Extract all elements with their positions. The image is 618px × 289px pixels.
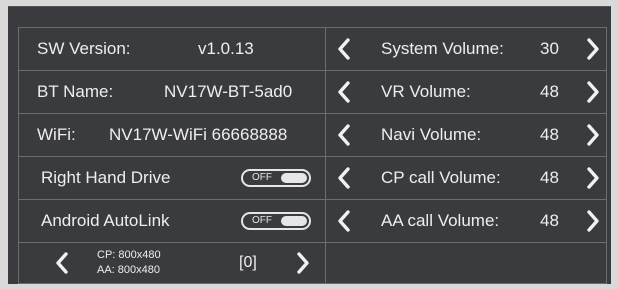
system-volume-cell: System Volume: 30 (326, 28, 606, 70)
chevron-right-icon[interactable] (586, 166, 600, 190)
settings-grid: SW Version: v1.0.13 System Volume: 30 BT… (18, 27, 607, 284)
aa-call-volume-label: AA call Volume: (381, 211, 500, 230)
chevron-left-icon[interactable] (337, 123, 351, 147)
bt-name-cell: BT Name: NV17W-BT-5ad0 (19, 71, 325, 113)
settings-row-5: Android AutoLink OFF AA call Volume: 48 (19, 200, 606, 243)
navi-volume-cell: Navi Volume: 48 (326, 114, 606, 156)
vr-volume-cell: VR Volume: 48 (326, 71, 606, 113)
settings-row-3: WiFi: NV17W-WiFi 66668888 Navi Volume: 4… (19, 114, 606, 157)
toggle-knob (281, 216, 307, 226)
sw-version-cell: SW Version: v1.0.13 (19, 28, 325, 70)
settings-row-6: CP: 800x480 AA: 800x480 [0] (19, 243, 606, 283)
aa-call-volume-cell: AA call Volume: 48 (326, 200, 606, 242)
wifi-label: WiFi: (37, 125, 76, 144)
chevron-left-icon[interactable] (337, 37, 351, 61)
chevron-left-icon[interactable] (337, 166, 351, 190)
aa-resolution: AA: 800x480 (97, 264, 160, 276)
settings-screen: SW Version: v1.0.13 System Volume: 30 BT… (8, 6, 611, 284)
cp-call-volume-label: CP call Volume: (381, 168, 501, 187)
settings-row-4: Right Hand Drive OFF CP call Volume: 48 (19, 157, 606, 200)
settings-row-2: BT Name: NV17W-BT-5ad0 VR Volume: 48 (19, 71, 606, 114)
android-autolink-toggle[interactable]: OFF (241, 212, 311, 230)
chevron-left-icon[interactable] (337, 209, 351, 233)
chevron-right-icon[interactable] (586, 37, 600, 61)
chevron-right-icon[interactable] (586, 209, 600, 233)
chevron-left-icon[interactable] (55, 251, 69, 275)
navi-volume-value: 48 (540, 125, 559, 144)
android-autolink-label: Android AutoLink (41, 211, 170, 230)
navi-volume-label: Navi Volume: (381, 125, 482, 144)
chevron-right-icon[interactable] (296, 251, 310, 275)
toggle-state-label: OFF (252, 172, 272, 183)
bt-name-label: BT Name: (37, 82, 114, 101)
settings-row-1: SW Version: v1.0.13 System Volume: 30 (19, 28, 606, 71)
right-hand-drive-cell: Right Hand Drive OFF (19, 157, 325, 199)
cp-resolution: CP: 800x480 (97, 249, 161, 261)
bt-name-value: NV17W-BT-5ad0 (164, 82, 293, 101)
sw-version-value: v1.0.13 (198, 39, 254, 58)
chevron-left-icon[interactable] (337, 80, 351, 104)
vr-volume-label: VR Volume: (381, 82, 471, 101)
right-hand-drive-label: Right Hand Drive (41, 168, 171, 187)
resolution-cell: CP: 800x480 AA: 800x480 [0] (19, 243, 325, 283)
cp-call-volume-cell: CP call Volume: 48 (326, 157, 606, 199)
toggle-knob (281, 173, 307, 183)
wifi-cell: WiFi: NV17W-WiFi 66668888 (19, 114, 325, 156)
resolution-index: [0] (239, 254, 257, 271)
sw-version-label: SW Version: (37, 39, 131, 58)
system-volume-value: 30 (540, 39, 559, 58)
aa-call-volume-value: 48 (540, 211, 559, 230)
vr-volume-value: 48 (540, 82, 559, 101)
android-autolink-cell: Android AutoLink OFF (19, 200, 325, 242)
cp-call-volume-value: 48 (540, 168, 559, 187)
chevron-right-icon[interactable] (586, 80, 600, 104)
wifi-value: NV17W-WiFi 66668888 (109, 125, 288, 144)
right-hand-drive-toggle[interactable]: OFF (241, 169, 311, 187)
empty-cell (326, 243, 606, 283)
system-volume-label: System Volume: (381, 39, 504, 58)
chevron-right-icon[interactable] (586, 123, 600, 147)
toggle-state-label: OFF (252, 215, 272, 226)
